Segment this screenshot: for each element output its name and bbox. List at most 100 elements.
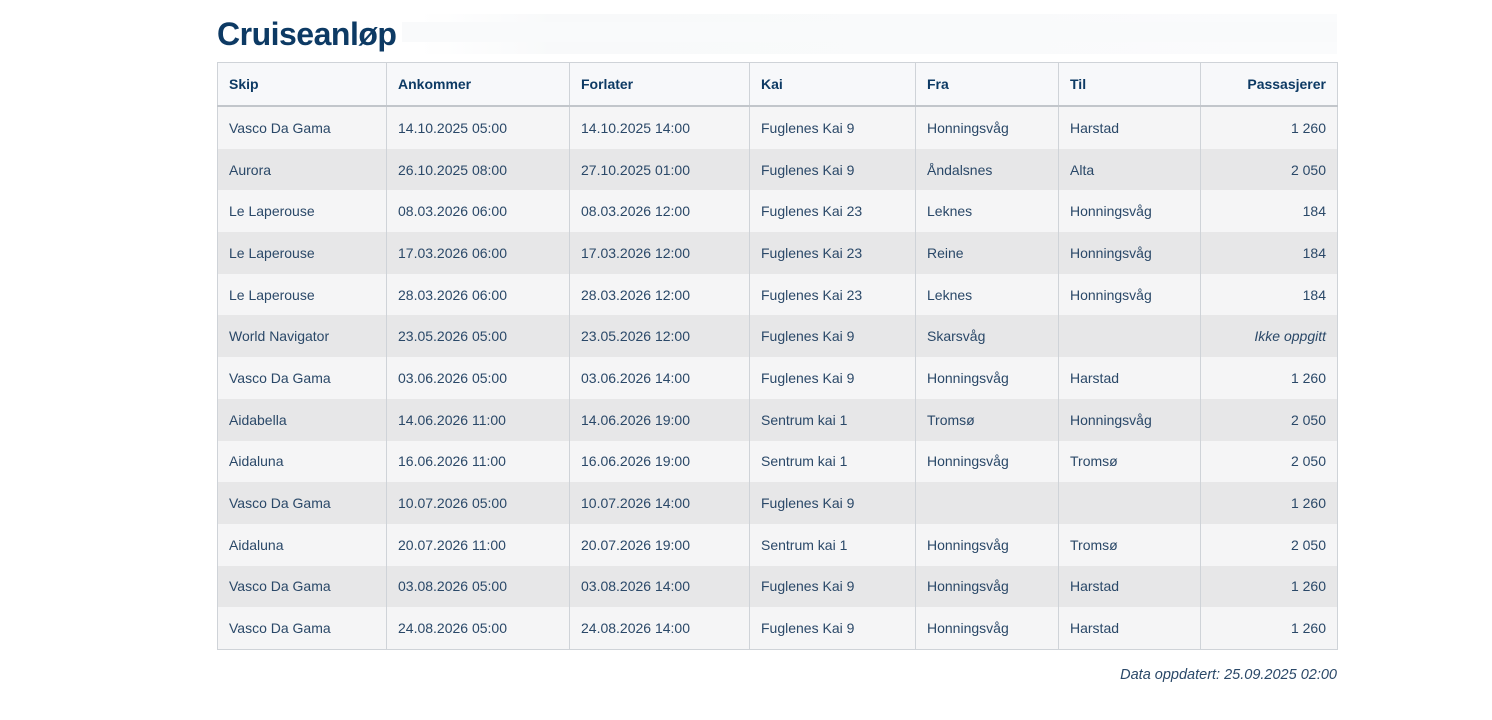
cell-to: Tromsø: [1058, 440, 1201, 483]
cell-from: Reine: [915, 232, 1059, 274]
cell-passengers: 1 260: [1200, 106, 1338, 149]
table-row: World Navigator 23.05.2026 05:00 23.05.202…: [217, 315, 1338, 358]
table-body: Vasco Da Gama 14.10.2025 05:00 14.10.2025 …: [217, 106, 1338, 650]
cell-ship: World Navigator: [217, 315, 387, 358]
cell-ship: Le Laperouse: [217, 190, 387, 233]
cell-passengers: 2 050: [1200, 148, 1338, 191]
cell-passengers: Ikke oppgitt: [1200, 315, 1338, 358]
cell-to: Honningsvåg: [1058, 190, 1201, 233]
cell-from: Honningsvåg: [915, 440, 1059, 483]
cell-passengers: 1 260: [1200, 565, 1338, 608]
table-row: Aidaluna 20.07.2026 11:00 20.07.2026 19:00…: [217, 523, 1338, 566]
cell-from: Leknes: [915, 190, 1059, 233]
cell-quay: Fuglenes Kai 9: [749, 565, 916, 608]
cell-quay: Fuglenes Kai 9: [749, 607, 916, 650]
table-row: Aidabella 14.06.2026 11:00 14.06.2026 19:0…: [217, 398, 1338, 441]
cell-arrives: 16.06.2026 11:00: [386, 440, 570, 483]
cell-to: [1058, 315, 1201, 358]
table-row: Vasco Da Gama 10.07.2026 05:00 10.07.2026 …: [217, 482, 1338, 524]
cell-departs: 16.06.2026 19:00: [569, 440, 750, 483]
header-departs: Forlater: [569, 62, 750, 107]
cell-arrives: 24.08.2026 05:00: [386, 607, 570, 650]
page-title: Cruiseanløp: [217, 16, 397, 52]
cell-to: Tromsø: [1058, 523, 1201, 566]
cell-passengers: 2 050: [1200, 523, 1338, 566]
cell-departs: 24.08.2026 14:00: [569, 607, 750, 650]
cell-from: Honningsvåg: [915, 607, 1059, 650]
table-row: Le Laperouse 28.03.2026 06:00 28.03.2026 1…: [217, 273, 1338, 316]
cell-ship: Vasco Da Gama: [217, 357, 387, 399]
cell-arrives: 20.07.2026 11:00: [386, 523, 570, 566]
cell-departs: 08.03.2026 12:00: [569, 190, 750, 233]
header-to: Til: [1058, 62, 1201, 107]
cell-to: Honningsvåg: [1058, 398, 1201, 441]
cell-ship: Le Laperouse: [217, 232, 387, 274]
cell-arrives: 08.03.2026 06:00: [386, 190, 570, 233]
cell-ship: Aidabella: [217, 398, 387, 441]
cell-passengers: 184: [1200, 273, 1338, 316]
cell-quay: Fuglenes Kai 9: [749, 148, 916, 191]
cell-quay: Fuglenes Kai 9: [749, 106, 916, 149]
cell-quay: Fuglenes Kai 23: [749, 190, 916, 233]
header-passengers: Passasjerer: [1200, 62, 1338, 107]
cell-passengers: 1 260: [1200, 357, 1338, 399]
cell-from: Honningsvåg: [915, 106, 1059, 149]
cell-from: Leknes: [915, 273, 1059, 316]
cell-arrives: 28.03.2026 06:00: [386, 273, 570, 316]
cell-to: Harstad: [1058, 607, 1201, 650]
cell-to: Honningsvåg: [1058, 232, 1201, 274]
cruise-schedule: Cruiseanløp Skip Ankommer Forlater Kai F…: [217, 14, 1338, 683]
cell-to: Harstad: [1058, 565, 1201, 608]
cell-from: Åndalsnes: [915, 148, 1059, 191]
cell-quay: Sentrum kai 1: [749, 440, 916, 483]
table-header-row: Skip Ankommer Forlater Kai Fra Til Passa…: [217, 62, 1338, 107]
cruise-table: Skip Ankommer Forlater Kai Fra Til Passa…: [217, 62, 1338, 650]
cell-ship: Vasco Da Gama: [217, 565, 387, 608]
cell-passengers: 1 260: [1200, 482, 1338, 524]
cell-departs: 14.10.2025 14:00: [569, 106, 750, 149]
cell-departs: 28.03.2026 12:00: [569, 273, 750, 316]
cell-ship: Vasco Da Gama: [217, 482, 387, 524]
cell-ship: Vasco Da Gama: [217, 607, 387, 650]
cell-ship: Aidaluna: [217, 440, 387, 483]
cell-to: [1058, 482, 1201, 524]
cell-quay: Fuglenes Kai 23: [749, 273, 916, 316]
cell-passengers: 2 050: [1200, 440, 1338, 483]
header-ship: Skip: [217, 62, 387, 107]
cell-departs: 17.03.2026 12:00: [569, 232, 750, 274]
cell-to: Harstad: [1058, 106, 1201, 149]
table-row: Vasco Da Gama 03.08.2026 05:00 03.08.2026 …: [217, 565, 1338, 608]
cell-ship: Vasco Da Gama: [217, 106, 387, 149]
cell-departs: 14.06.2026 19:00: [569, 398, 750, 441]
cell-from: Tromsø: [915, 398, 1059, 441]
cell-passengers: 1 260: [1200, 607, 1338, 650]
header-arrives: Ankommer: [386, 62, 570, 107]
cell-arrives: 10.07.2026 05:00: [386, 482, 570, 524]
table-row: Le Laperouse 17.03.2026 06:00 17.03.2026 1…: [217, 232, 1338, 274]
table-row: Vasco Da Gama 24.08.2026 05:00 24.08.2026 …: [217, 607, 1338, 650]
header-from: Fra: [915, 62, 1059, 107]
cell-departs: 27.10.2025 01:00: [569, 148, 750, 191]
cell-arrives: 14.06.2026 11:00: [386, 398, 570, 441]
cell-to: Harstad: [1058, 357, 1201, 399]
cell-arrives: 26.10.2025 08:00: [386, 148, 570, 191]
cell-ship: Aurora: [217, 148, 387, 191]
cell-from: Skarsvåg: [915, 315, 1059, 358]
cell-quay: Fuglenes Kai 9: [749, 357, 916, 399]
cell-quay: Fuglenes Kai 9: [749, 482, 916, 524]
cell-passengers: 184: [1200, 232, 1338, 274]
cell-ship: Le Laperouse: [217, 273, 387, 316]
cell-departs: 10.07.2026 14:00: [569, 482, 750, 524]
cell-ship: Aidaluna: [217, 523, 387, 566]
table-row: Aidaluna 16.06.2026 11:00 16.06.2026 19:00…: [217, 440, 1338, 483]
table-row: Vasco Da Gama 03.06.2026 05:00 03.06.2026 …: [217, 357, 1338, 399]
title-bar: Cruiseanløp: [217, 14, 1337, 54]
cell-quay: Fuglenes Kai 23: [749, 232, 916, 274]
cell-from: [915, 482, 1059, 524]
table-row: Aurora 26.10.2025 08:00 27.10.2025 01:00 Fu…: [217, 148, 1338, 191]
cell-arrives: 14.10.2025 05:00: [386, 106, 570, 149]
cell-arrives: 03.06.2026 05:00: [386, 357, 570, 399]
cell-to: Alta: [1058, 148, 1201, 191]
cell-arrives: 03.08.2026 05:00: [386, 565, 570, 608]
cell-departs: 03.06.2026 14:00: [569, 357, 750, 399]
